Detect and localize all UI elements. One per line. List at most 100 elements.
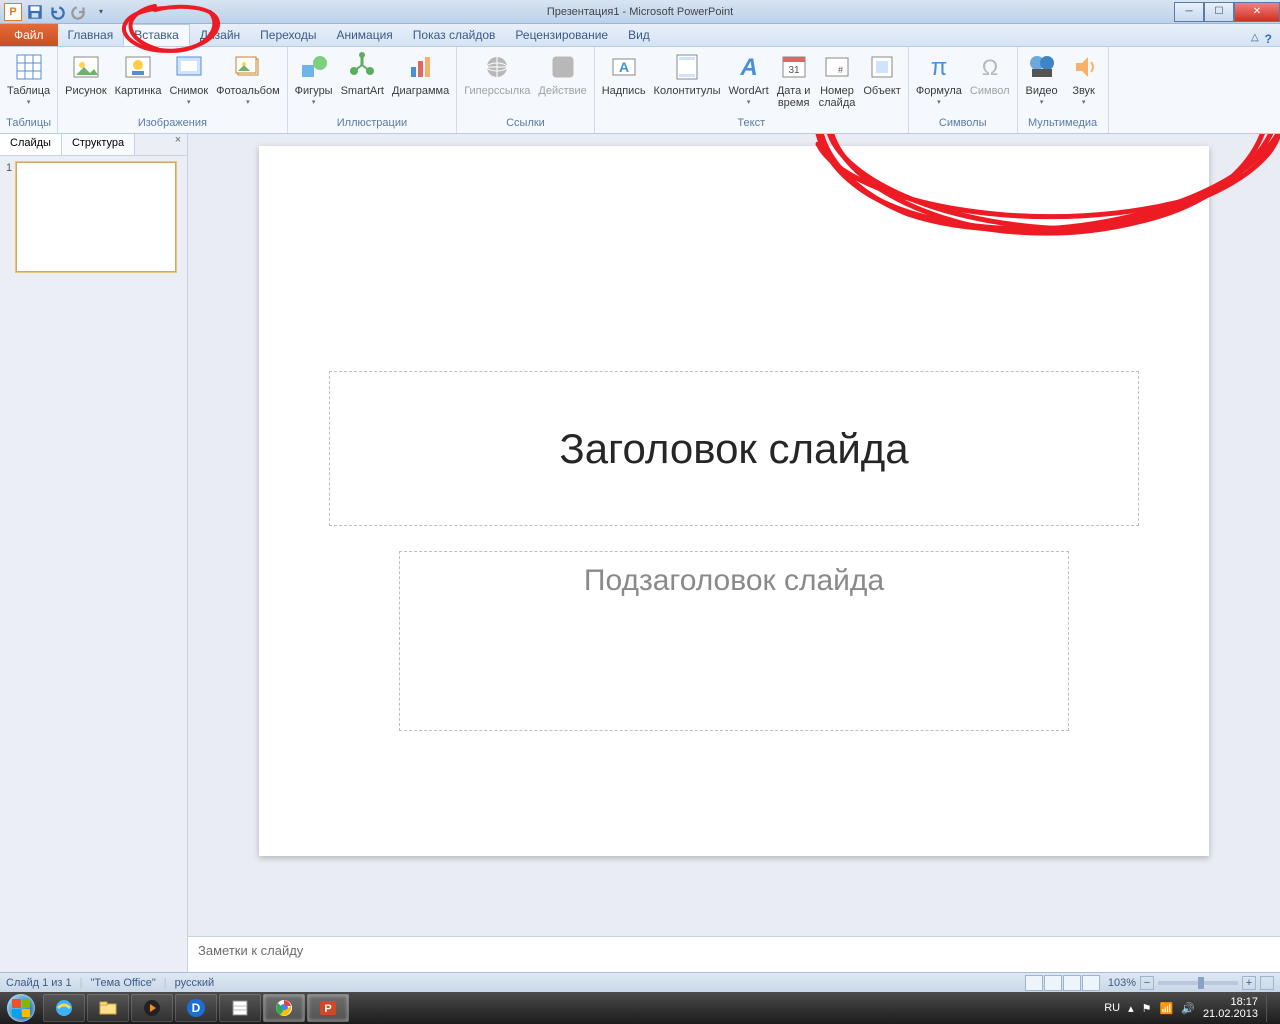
ribbon-формула[interactable]: πФормула▾ [913, 49, 965, 111]
textbox-icon: A [608, 51, 640, 83]
ribbon-звук[interactable]: Звук▾ [1064, 49, 1104, 111]
ribbon-label: Фигуры [295, 85, 333, 97]
ribbon-tab-главная[interactable]: Главная [58, 24, 124, 46]
taskbar-mediaplayer[interactable] [131, 994, 173, 1022]
sorter-view-button[interactable] [1044, 975, 1062, 991]
minimize-button[interactable]: ─ [1174, 2, 1204, 22]
ribbon-снимок[interactable]: Снимок▾ [166, 49, 211, 111]
ribbon-tab-переходы[interactable]: Переходы [250, 24, 326, 46]
zoom-slider[interactable] [1158, 981, 1238, 985]
tray-language[interactable]: RU [1104, 1002, 1120, 1014]
tray-volume-icon[interactable]: 🔊 [1181, 1002, 1195, 1015]
canvas-area[interactable]: Заголовок слайда Подзаголовок слайда [188, 134, 1280, 936]
svg-text:#: # [838, 65, 843, 75]
ribbon-tab-вставка[interactable]: Вставка [123, 24, 190, 46]
chevron-down-icon: ▾ [1082, 97, 1086, 109]
subtitle-placeholder[interactable]: Подзаголовок слайда [399, 551, 1069, 731]
ribbon-гиперссылка: Гиперссылка [461, 49, 533, 99]
status-language[interactable]: русский [175, 977, 214, 989]
ribbon-label: Действие [538, 85, 586, 97]
slideshow-view-button[interactable] [1082, 975, 1100, 991]
chevron-down-icon: ▾ [246, 97, 250, 109]
qat-dropdown-icon[interactable]: ▾ [92, 3, 110, 21]
ribbon-group-label: Символы [913, 117, 1013, 131]
object-icon [866, 51, 898, 83]
ribbon-диаграмма[interactable]: Диаграмма [389, 49, 452, 99]
ribbon-group-текст: AНадписьКолонтитулыAWordArt▾31Дата иврем… [595, 47, 909, 133]
panel-tab-slides[interactable]: Слайды [0, 134, 62, 155]
panel-tabs: Слайды Структура × [0, 134, 187, 156]
start-button[interactable] [0, 992, 42, 1024]
undo-icon[interactable] [48, 3, 66, 21]
taskbar-app-grid[interactable] [219, 994, 261, 1022]
chart-icon [405, 51, 437, 83]
ribbon-надпись[interactable]: AНадпись [599, 49, 649, 99]
ribbon-smartart[interactable]: SmartArt [338, 49, 387, 99]
maximize-button[interactable]: ☐ [1204, 2, 1234, 22]
title-placeholder[interactable]: Заголовок слайда [329, 371, 1139, 526]
taskbar-explorer[interactable] [87, 994, 129, 1022]
redo-icon[interactable] [70, 3, 88, 21]
slidenumber-icon: # [821, 51, 853, 83]
ribbon-таблица[interactable]: Таблица▾ [4, 49, 53, 111]
ribbon-tab-рецензирование[interactable]: Рецензирование [505, 24, 618, 46]
taskbar-powerpoint[interactable]: P [307, 994, 349, 1022]
ribbon-номер-слайда[interactable]: #Номерслайда [816, 49, 859, 111]
minimize-ribbon-icon[interactable]: △ [1251, 32, 1259, 46]
zoom-control: 103% − + [1108, 976, 1274, 990]
ribbon-tab-анимация[interactable]: Анимация [326, 24, 402, 46]
slide-canvas[interactable]: Заголовок слайда Подзаголовок слайда [259, 146, 1209, 856]
help-icon[interactable]: ? [1265, 32, 1272, 46]
zoom-out-button[interactable]: − [1140, 976, 1154, 990]
window-title: Презентация1 - Microsoft PowerPoint [547, 6, 733, 18]
show-desktop-button[interactable] [1266, 994, 1274, 1022]
taskbar-app-d[interactable]: D [175, 994, 217, 1022]
action-icon [547, 51, 579, 83]
notes-pane[interactable]: Заметки к слайду [188, 936, 1280, 972]
tray-flag-icon[interactable]: ⚑ [1142, 1002, 1152, 1015]
ribbon-label: Диаграмма [392, 85, 449, 97]
ribbon-tab-row: Файл ГлавнаяВставкаДизайнПереходыАнимаци… [0, 24, 1280, 47]
ribbon-tab-дизайн[interactable]: Дизайн [190, 24, 250, 46]
ribbon-label: Гиперссылка [464, 85, 530, 97]
tray-clock[interactable]: 18:17 21.02.2013 [1203, 996, 1258, 1020]
ribbon-label: Формула [916, 85, 962, 97]
ribbon-дата-и-время[interactable]: 31Дата ивремя [774, 49, 814, 111]
ribbon-label: Видео [1026, 85, 1058, 97]
slides-panel: Слайды Структура × 1 [0, 134, 188, 972]
svg-text:D: D [192, 1001, 201, 1015]
ribbon-объект[interactable]: Объект [860, 49, 903, 99]
normal-view-button[interactable] [1025, 975, 1043, 991]
file-tab[interactable]: Файл [0, 24, 58, 46]
zoom-in-button[interactable]: + [1242, 976, 1256, 990]
picture-icon [70, 51, 102, 83]
svg-text:Ω: Ω [982, 55, 998, 80]
tray-network-icon[interactable]: 📶 [1160, 1002, 1174, 1015]
slide-thumbnail-1[interactable] [16, 162, 176, 272]
ribbon-фотоальбом[interactable]: Фотоальбом▾ [213, 49, 283, 111]
ribbon-фигуры[interactable]: Фигуры▾ [292, 49, 336, 111]
window-controls: ─ ☐ ✕ [1174, 2, 1280, 22]
ribbon-колонтитулы[interactable]: Колонтитулы [651, 49, 724, 99]
save-icon[interactable] [26, 3, 44, 21]
taskbar-ie[interactable] [43, 994, 85, 1022]
ribbon-рисунок[interactable]: Рисунок [62, 49, 110, 99]
tray-show-hidden-icon[interactable]: ▴ [1128, 1002, 1134, 1015]
ribbon-картинка[interactable]: Картинка [112, 49, 165, 99]
slide-thumbnails: 1 [0, 156, 187, 972]
fit-window-button[interactable] [1260, 976, 1274, 990]
reading-view-button[interactable] [1063, 975, 1081, 991]
video-icon [1026, 51, 1058, 83]
ribbon-tab-показ слайдов[interactable]: Показ слайдов [403, 24, 506, 46]
ribbon-tab-вид[interactable]: Вид [618, 24, 660, 46]
close-button[interactable]: ✕ [1234, 2, 1280, 22]
ribbon-wordart[interactable]: AWordArt▾ [726, 49, 772, 111]
taskbar-chrome[interactable] [263, 994, 305, 1022]
panel-close-icon[interactable]: × [169, 134, 187, 155]
view-buttons [1025, 975, 1100, 991]
ribbon-group-label: Мультимедиа [1022, 117, 1104, 131]
ribbon-видео[interactable]: Видео▾ [1022, 49, 1062, 111]
panel-tab-outline[interactable]: Структура [62, 134, 135, 155]
zoom-level[interactable]: 103% [1108, 977, 1136, 989]
workspace: Слайды Структура × 1 Заголовок слайда По… [0, 134, 1280, 972]
